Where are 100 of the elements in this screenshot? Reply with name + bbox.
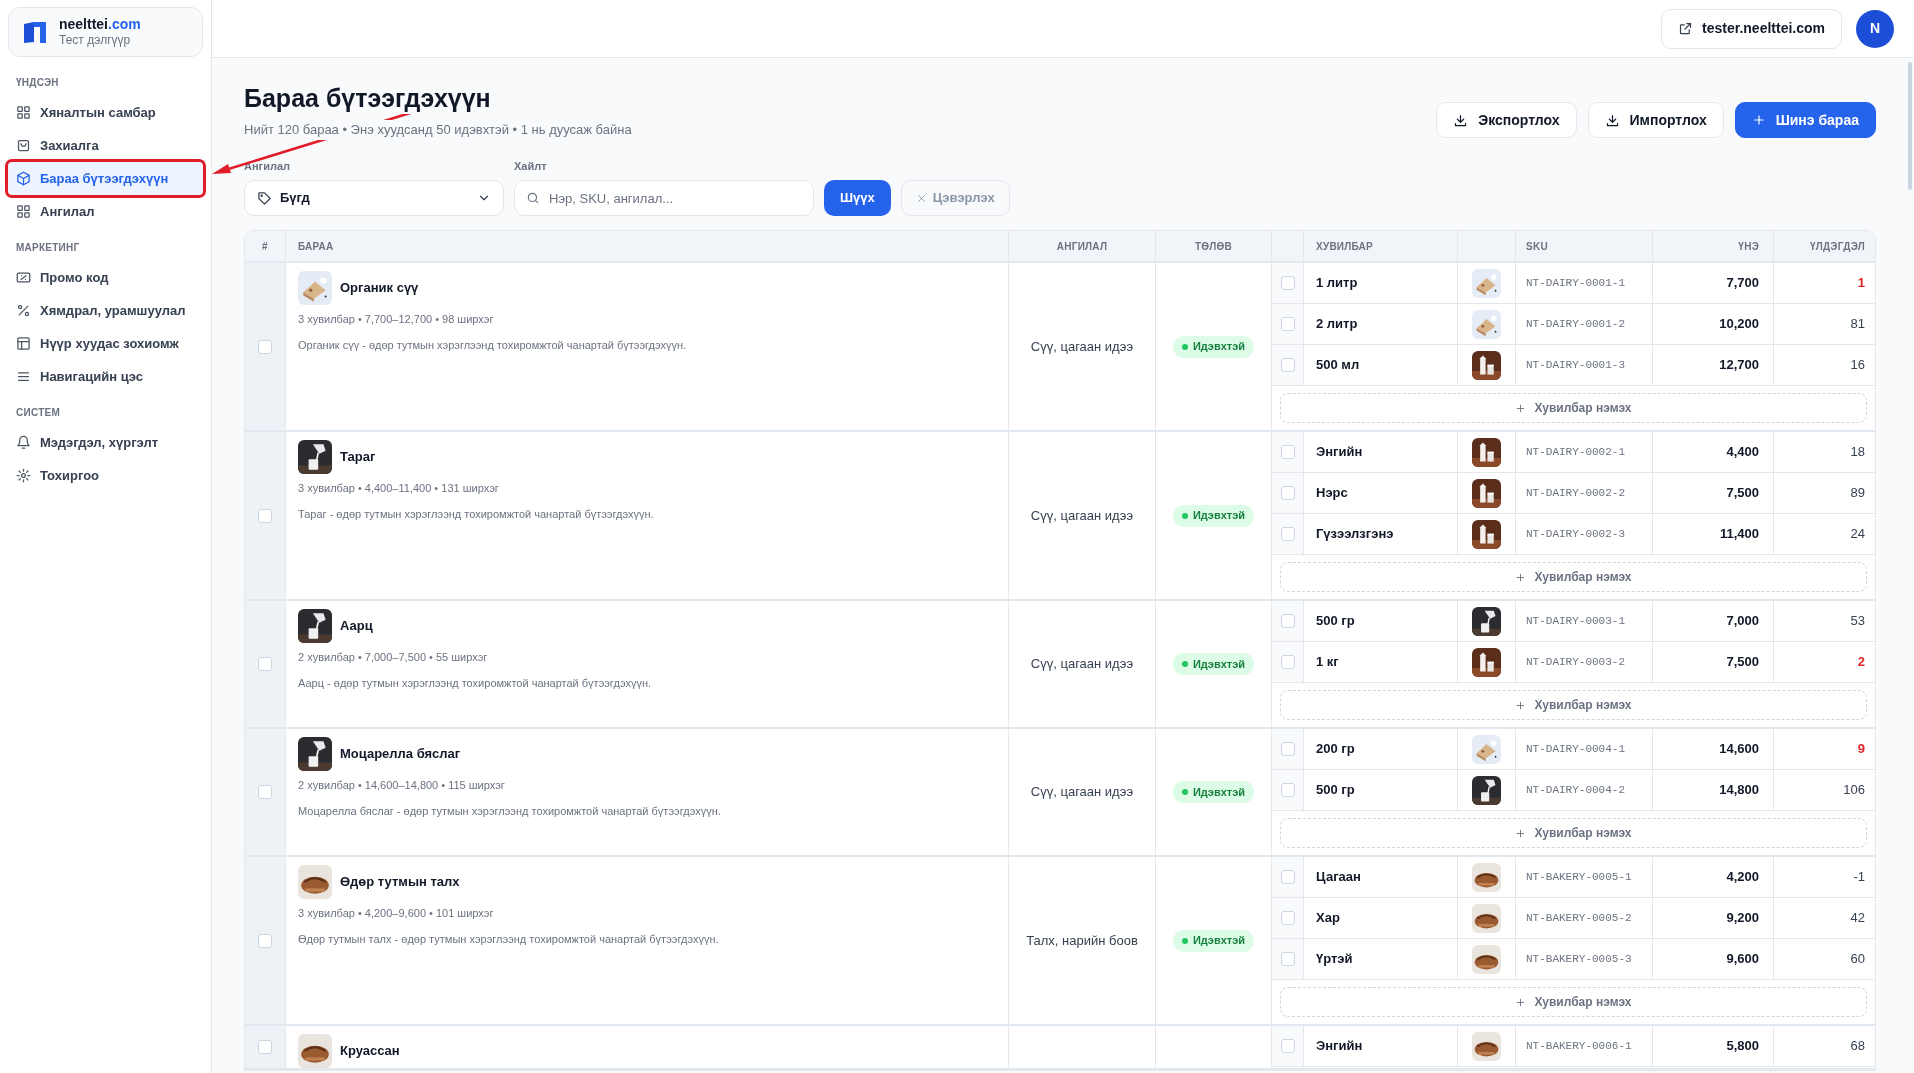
column-header[interactable]: # xyxy=(245,231,286,261)
checkbox[interactable] xyxy=(258,933,272,948)
field-label: Хайлт xyxy=(514,158,548,174)
filter-button[interactable]: Шүүх xyxy=(824,180,891,216)
checkbox[interactable] xyxy=(1280,486,1295,500)
variant-name: Цагаан xyxy=(1316,868,1361,887)
checkbox[interactable] xyxy=(258,339,272,354)
price-text: 14,800 xyxy=(1719,781,1759,800)
category-text: Сүү, цагаан идээ xyxy=(1030,337,1134,356)
product-name: Тараг xyxy=(340,448,376,467)
plus-icon xyxy=(1515,827,1527,839)
checkbox[interactable] xyxy=(1280,742,1295,756)
nav-item[interactable]: Тохиргоо xyxy=(8,459,203,492)
product-name: Круассан xyxy=(340,1042,400,1061)
checkbox[interactable] xyxy=(1280,614,1295,628)
add-variant-button[interactable]: Хувилбар нэмэх xyxy=(1280,690,1867,720)
checkbox[interactable] xyxy=(1280,358,1295,372)
checkbox[interactable] xyxy=(1280,1039,1295,1053)
sku-text: NT-DAIRY-0003-1 xyxy=(1526,613,1626,629)
stock-text: 18 xyxy=(1850,443,1865,462)
checkbox[interactable] xyxy=(258,785,272,799)
user-avatar[interactable]: N xyxy=(1856,9,1894,48)
nav-item[interactable]: Хяналтын самбар xyxy=(8,96,203,129)
category-text: Сүү, цагаан идээ xyxy=(1030,506,1134,525)
nav-item[interactable]: Бараа бүтээгдэхүүн xyxy=(8,162,203,195)
checkbox[interactable] xyxy=(1280,655,1295,669)
new-product-button[interactable]: Шинэ бараа xyxy=(1734,102,1876,138)
nav-item[interactable]: Мэдэгдэл, хүргэлт xyxy=(8,426,203,459)
checkbox[interactable] xyxy=(1280,952,1295,966)
checkbox[interactable] xyxy=(1280,870,1295,884)
variant-name: Хар xyxy=(1316,909,1340,928)
category-select[interactable]: Бүгд xyxy=(244,180,504,216)
column-header[interactable]: ҮЛДЭГДЭЛ xyxy=(1774,231,1875,261)
menu-icon xyxy=(16,369,31,384)
column-header[interactable]: ҮНЭ xyxy=(1653,231,1774,261)
page-subtitle: Нийт 120 бараа • Энэ хуудсанд 50 идэвхтэй • 1 нь дуусаж байна xyxy=(244,120,632,140)
scrollbar[interactable] xyxy=(1908,62,1912,190)
stock-text: 16 xyxy=(1850,356,1865,375)
plus-icon xyxy=(1751,113,1766,127)
download-icon xyxy=(1453,112,1469,128)
variant-name: 500 мл xyxy=(1316,356,1360,375)
sku-text: NT-BAKERY-0005-3 xyxy=(1526,951,1632,967)
search-field[interactable]: Нэр, SKU, ангилал... xyxy=(514,180,814,216)
column-header[interactable]: ТӨЛӨВ xyxy=(1156,231,1272,261)
stock-text: 1 xyxy=(1857,274,1865,293)
stock-text: 42 xyxy=(1850,909,1865,928)
section-label: СИСТЕМ xyxy=(15,406,61,420)
add-variant-button[interactable]: Хувилбар нэмэх xyxy=(1280,393,1867,423)
close-icon xyxy=(915,192,927,204)
add-variant-button[interactable]: Хувилбар нэмэх xyxy=(1280,987,1867,1017)
checkbox[interactable] xyxy=(258,1040,272,1054)
add-variant-button[interactable]: Хувилбар нэмэх xyxy=(1280,562,1867,592)
brand-name: neelttei.com xyxy=(59,15,141,34)
status-badge: Идэвхтэй xyxy=(1172,504,1255,527)
sku-text: NT-DAIRY-0002-1 xyxy=(1526,444,1626,460)
checkbox[interactable] xyxy=(258,657,272,671)
action-button[interactable]: Экспортлох xyxy=(1436,102,1577,138)
column-header[interactable]: БАРАА xyxy=(286,231,1009,261)
category-text: Сүү, цагаан идээ xyxy=(1030,655,1134,674)
sku-text: NT-BAKERY-0005-2 xyxy=(1526,910,1632,926)
checkbox[interactable] xyxy=(1280,317,1295,331)
variant-name: 200 гр xyxy=(1316,740,1355,759)
stock-text: 68 xyxy=(1850,1037,1865,1056)
checkbox[interactable] xyxy=(1280,783,1295,797)
category-text: Сүү, цагаан идээ xyxy=(1030,783,1134,802)
sku-text: NT-BAKERY-0005-1 xyxy=(1526,869,1632,885)
checkbox[interactable] xyxy=(1280,911,1295,925)
field-label: Ангилал xyxy=(244,158,292,174)
nav-item[interactable]: Навигацийн цэс xyxy=(8,360,203,393)
nav-item[interactable]: Нүүр хуудас зохиомж xyxy=(8,327,203,360)
action-button[interactable]: Импортлох xyxy=(1587,102,1724,138)
checkbox[interactable] xyxy=(1280,276,1295,290)
column-header[interactable]: АНГИЛАЛ xyxy=(1009,231,1156,261)
plus-icon xyxy=(1515,996,1527,1008)
stock-text: 2 xyxy=(1857,653,1865,672)
price-text: 12,700 xyxy=(1719,356,1759,375)
product-description: Өдөр тутмын талх - өдөр тутмын хэрэглээнд тохиромжтой чанартай бүтээгдэхүүн. xyxy=(298,931,720,947)
product-description: Тараг - өдөр тутмын хэрэглээнд тохиромжтой чанартай бүтээгдэхүүн. xyxy=(298,506,655,522)
price-text: 7,500 xyxy=(1726,653,1759,672)
external-link-icon xyxy=(1678,21,1694,36)
checkbox[interactable] xyxy=(1280,445,1295,459)
stock-text: 89 xyxy=(1850,484,1865,503)
variant-name: Энгийн xyxy=(1316,443,1363,462)
variant-name: 500 гр xyxy=(1316,781,1355,800)
price-text: 4,200 xyxy=(1726,868,1759,887)
add-variant-button[interactable]: Хувилбар нэмэх xyxy=(1280,818,1867,848)
shopping-bag-icon xyxy=(16,138,31,153)
variant-name: 500 гр xyxy=(1316,612,1355,631)
nav-item[interactable]: Ангилал xyxy=(8,195,203,228)
store-link-button[interactable]: tester.neelttei.com xyxy=(1661,8,1842,49)
sku-text: NT-DAIRY-0003-2 xyxy=(1526,654,1626,670)
column-header[interactable]: SKU xyxy=(1516,231,1653,261)
product-meta: 3 хувилбар • 7,700–12,700 • 98 ширхэг xyxy=(298,312,495,327)
sku-text: NT-DAIRY-0001-2 xyxy=(1526,316,1626,332)
checkbox[interactable] xyxy=(1280,527,1295,541)
nav-item[interactable]: Хямдрал, урамшуулал xyxy=(8,294,203,327)
column-header[interactable]: ХУВИЛБАР xyxy=(1304,231,1458,261)
nav-item[interactable]: Промо код xyxy=(8,261,203,294)
nav-item[interactable]: Захиалга xyxy=(8,129,203,162)
checkbox[interactable] xyxy=(258,508,272,523)
